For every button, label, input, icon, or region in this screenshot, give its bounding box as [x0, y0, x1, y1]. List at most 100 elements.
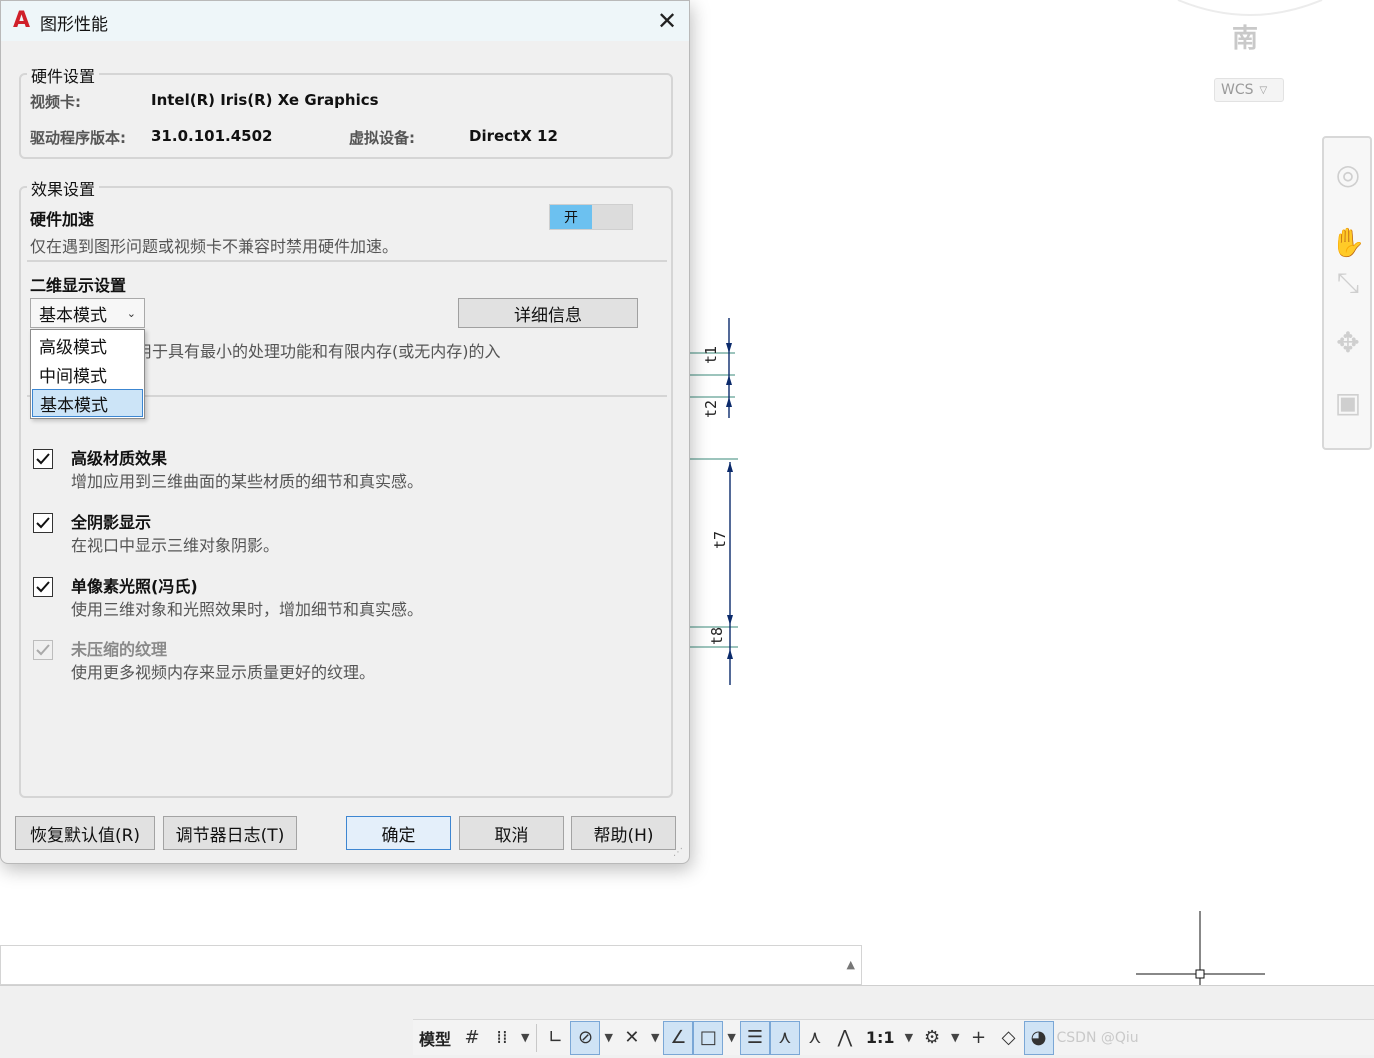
polar-tracking-icon[interactable]: ⊘: [570, 1020, 601, 1055]
per-pixel-lighting-checkbox[interactable]: [33, 577, 53, 597]
grid-icon[interactable]: #: [457, 1021, 487, 1055]
model-space-button[interactable]: 模型: [413, 1021, 457, 1055]
watermark-text: CSDN @Qiu: [1056, 1029, 1139, 1046]
video-card-value: Intel(R) Iris(R) Xe Graphics: [151, 91, 379, 109]
isometric-icon[interactable]: ✕: [617, 1021, 647, 1055]
dropdown-option-advanced[interactable]: 高级模式: [32, 331, 143, 359]
resize-grip-icon[interactable]: ⋰: [673, 847, 687, 861]
help-button[interactable]: 帮助(H): [571, 816, 676, 850]
display-2d-title: 二维显示设置: [30, 276, 127, 295]
viewcube-ring: [1177, 0, 1323, 16]
plus-icon[interactable]: +: [964, 1021, 994, 1055]
driver-version-value: 31.0.101.4502: [151, 127, 273, 145]
arrow-2: [726, 375, 732, 385]
arrow-5: [727, 615, 733, 625]
uncompressed-textures-desc: 使用更多视频内存来显示质量更好的纹理。: [71, 663, 376, 682]
chevron-down-icon: ⌄: [126, 307, 136, 320]
lineweight-icon[interactable]: ☰: [739, 1020, 770, 1055]
isolate-objects-icon[interactable]: ◇: [994, 1021, 1024, 1055]
isometric-dropdown-icon[interactable]: ▼: [647, 1031, 663, 1044]
virtual-device-value: DirectX 12: [469, 127, 558, 145]
hardware-acceleration-toggle[interactable]: 开: [549, 204, 633, 230]
per-pixel-lighting-title: 单像素光照(冯氏): [71, 577, 198, 596]
scale-dropdown-icon[interactable]: ▼: [901, 1031, 917, 1044]
wcs-menu-button[interactable]: WCS ▽: [1214, 78, 1284, 102]
effect-settings-legend: 效果设置: [27, 176, 100, 200]
display-2d-selected-value: 基本模式: [39, 305, 107, 326]
cancel-button[interactable]: 取消: [459, 816, 564, 850]
arrow-4: [727, 462, 733, 472]
checkmark-icon: [36, 517, 50, 529]
advanced-material-desc: 增加应用到三维曲面的某些材质的细节和真实感。: [71, 472, 424, 491]
advanced-material-title: 高级材质效果: [71, 449, 168, 468]
command-line[interactable]: ▲: [0, 945, 862, 985]
annotation-scale-value[interactable]: 1:1: [860, 1021, 901, 1055]
orbit-icon[interactable]: ✥: [1330, 326, 1366, 359]
checkmark-icon: [36, 453, 50, 465]
dialog-title: 图形性能: [40, 15, 108, 35]
wcs-label: WCS: [1221, 82, 1254, 98]
arrow-3: [726, 397, 732, 407]
status-bar-tools: 模型 # ⁞⁞ ▼ ∟ ⊘ ▼ ✕ ▼ ∠ □ ▼ ☰ ⋏ ⋏ ⋀ 1:1 ▼ …: [413, 1019, 1374, 1055]
arrow-1: [726, 343, 732, 353]
hardware-settings-legend: 硬件设置: [27, 63, 100, 87]
effect-settings-group: 效果设置 硬件加速 仅在遇到图形问题或视频卡不兼容时禁用硬件加速。 开 二维显示…: [19, 176, 673, 798]
dim-label-t7: t7: [711, 531, 729, 549]
showmotion-icon[interactable]: ▣: [1330, 386, 1366, 419]
video-card-label: 视频卡:: [30, 93, 81, 111]
autocad-logo-icon: A: [13, 8, 31, 33]
hardware-acceleration-title: 硬件加速: [30, 210, 95, 229]
hardware-acceleration-icon[interactable]: ◕: [1023, 1020, 1054, 1055]
annotation-visibility-icon[interactable]: ⋏: [769, 1020, 800, 1055]
arrow-6: [727, 649, 733, 659]
advanced-material-checkbox[interactable]: [33, 449, 53, 469]
per-pixel-lighting-desc: 使用三维对象和光照效果时，增加细节和真实感。: [71, 600, 424, 619]
checkmark-icon: [36, 581, 50, 593]
annotation-scale-icon[interactable]: ⋀: [830, 1021, 860, 1055]
uncompressed-textures-title: 未压缩的纹理: [71, 640, 168, 659]
dim-label-t1: t1: [702, 346, 720, 364]
checkmark-icon: [36, 644, 50, 656]
display-2d-mode-select[interactable]: 基本模式 ⌄: [30, 298, 145, 328]
dim-label-t2: t2: [702, 400, 720, 418]
graphics-performance-dialog: A 图形性能 ✕ 硬件设置 视频卡: Intel(R) Iris(R) Xe G…: [0, 0, 690, 864]
display-2d-dropdown-list: 高级模式 中间模式 基本模式: [30, 329, 145, 419]
hardware-settings-group: 硬件设置 视频卡: Intel(R) Iris(R) Xe Graphics 驱…: [19, 63, 673, 159]
osnap-dropdown-icon[interactable]: ▼: [723, 1031, 739, 1044]
close-icon[interactable]: ✕: [651, 5, 683, 37]
dropdown-option-basic[interactable]: 基本模式: [32, 389, 143, 417]
toggle-on-label: 开: [550, 205, 592, 229]
divider: [27, 260, 667, 262]
gear-icon[interactable]: ⚙: [917, 1021, 947, 1055]
auto-scale-icon[interactable]: ⋏: [800, 1021, 830, 1055]
ortho-icon[interactable]: ∟: [540, 1021, 570, 1055]
hardware-acceleration-desc: 仅在遇到图形问题或视频卡不兼容时禁用硬件加速。: [30, 237, 399, 256]
uncompressed-textures-checkbox: [33, 640, 53, 660]
zoom-extents-icon[interactable]: ⤡: [1330, 266, 1366, 300]
steering-wheel-icon[interactable]: ◎: [1330, 158, 1366, 191]
dropdown-option-intermediate[interactable]: 中间模式: [32, 360, 143, 388]
object-snap-icon[interactable]: □: [693, 1020, 724, 1055]
dimension-lines: [728, 318, 731, 685]
pan-hand-icon[interactable]: ✋: [1330, 226, 1366, 259]
driver-version-label: 驱动程序版本:: [30, 129, 126, 147]
navigation-bar: ◎ ✋ ⤡ ✥ ▣: [1322, 136, 1372, 450]
workspace-dropdown-icon[interactable]: ▼: [947, 1031, 963, 1044]
display-2d-desc: 用于具有最小的处理功能和有限内存(或无内存)的入: [136, 342, 501, 361]
chevron-down-icon: ▽: [1259, 84, 1268, 96]
dim-label-t8: t8: [708, 627, 726, 645]
polar-dropdown-icon[interactable]: ▼: [600, 1031, 616, 1044]
snap-dropdown-icon[interactable]: ▼: [517, 1031, 533, 1044]
object-snap-tracking-icon[interactable]: ∠: [663, 1020, 694, 1055]
ok-button[interactable]: 确定: [346, 816, 451, 850]
scroll-up-icon[interactable]: ▲: [847, 958, 855, 971]
snap-icon[interactable]: ⁞⁞: [487, 1021, 517, 1055]
full-shadow-checkbox[interactable]: [33, 513, 53, 533]
restore-defaults-button[interactable]: 恢复默认值(R): [15, 816, 155, 850]
dialog-titlebar[interactable]: A 图形性能 ✕: [1, 1, 689, 41]
extension-lines: [690, 352, 738, 648]
tuner-log-button[interactable]: 调节器日志(T): [163, 816, 297, 850]
viewcube-south-label[interactable]: 南: [1232, 18, 1258, 55]
crosshair-cursor: [1136, 911, 1265, 985]
details-button[interactable]: 详细信息: [458, 298, 638, 328]
